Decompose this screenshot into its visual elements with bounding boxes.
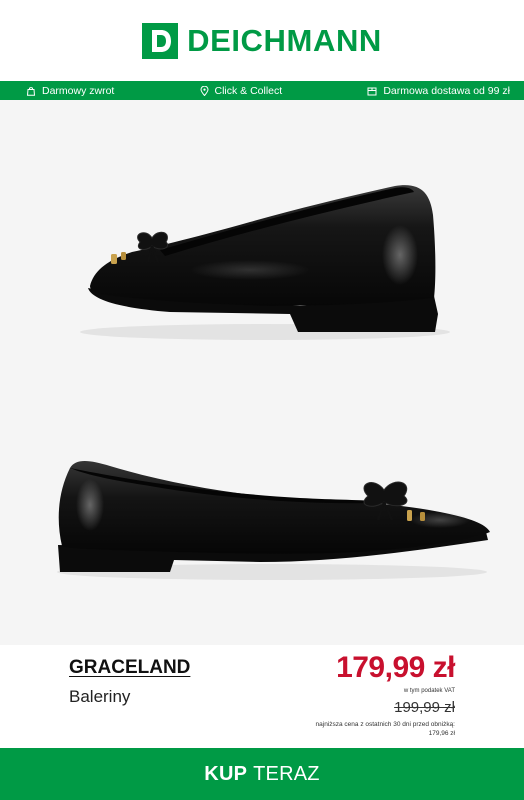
usp-click-collect-label: Click & Collect bbox=[214, 84, 283, 97]
return-bag-icon bbox=[26, 86, 36, 96]
product-info: GRACELAND Baleriny 179,99 zł w tym podat… bbox=[0, 645, 524, 748]
old-price: 199,99 zł bbox=[394, 699, 455, 716]
logo-mark bbox=[142, 22, 179, 59]
shoe-side-view-reverse bbox=[57, 461, 490, 580]
ballerina-shoes-image bbox=[57, 185, 490, 580]
buy-now-label-rest: TERAZ bbox=[253, 762, 320, 785]
vat-note: w tym podatek VAT bbox=[403, 688, 455, 694]
usp-free-delivery-label: Darmowa dostawa od 99 zł bbox=[383, 84, 510, 97]
product-category: Baleriny bbox=[69, 687, 131, 706]
buy-now-label-bold: KUP bbox=[204, 762, 248, 785]
usp-click-collect[interactable]: Click & Collect bbox=[199, 84, 283, 97]
product-brand[interactable]: GRACELAND bbox=[69, 657, 190, 679]
lowest-price-note: najniższa cena z ostatnich 30 dni przed … bbox=[315, 721, 455, 737]
deichmann-logo[interactable]: DEICHMANN bbox=[142, 22, 382, 59]
usp-bar: Darmowy zwrot Click & Collect Darmowa do… bbox=[0, 81, 524, 100]
usp-free-return[interactable]: Darmowy zwrot bbox=[26, 85, 114, 97]
buy-now-button[interactable]: KUP TERAZ bbox=[0, 748, 524, 800]
logo-wordmark: DEICHMANN bbox=[187, 22, 382, 58]
delivery-box-icon bbox=[367, 87, 377, 95]
usp-free-return-label: Darmowy zwrot bbox=[42, 84, 115, 97]
product-image[interactable] bbox=[0, 100, 524, 645]
usp-free-delivery[interactable]: Darmowa dostawa od 99 zł bbox=[367, 85, 510, 97]
logo-d-icon bbox=[142, 22, 179, 59]
shoe-side-view bbox=[80, 185, 450, 340]
header: DEICHMANN bbox=[0, 0, 524, 81]
current-price: 179,99 zł bbox=[336, 651, 455, 684]
location-pin-icon bbox=[199, 85, 209, 96]
